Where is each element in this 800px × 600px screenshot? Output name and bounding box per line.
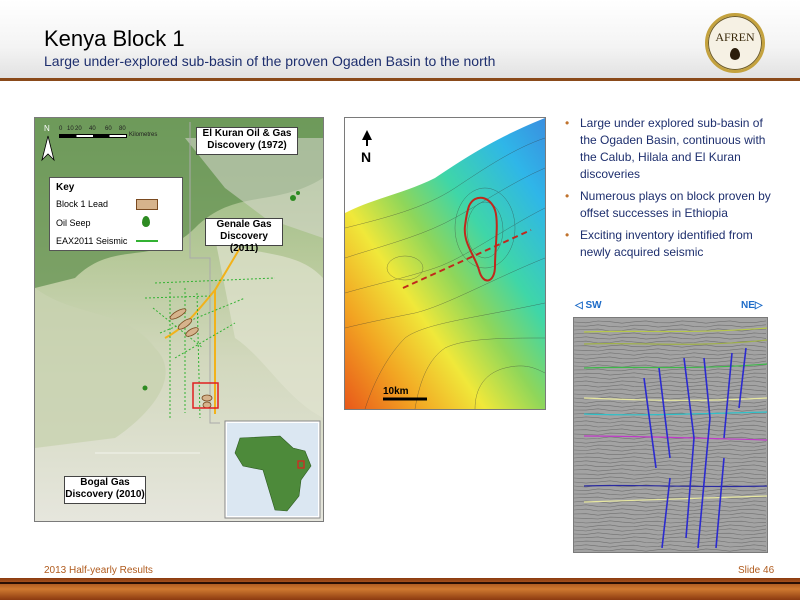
callout-line: Discovery (2011)	[220, 231, 268, 254]
oil-drop-icon	[730, 48, 740, 60]
footer-left-text: 2013 Half-yearly Results	[44, 565, 153, 576]
key-item-seismic: EAX2011 Seismic	[56, 236, 128, 246]
scale-tick: 20	[75, 126, 82, 132]
scale-label: 10km	[383, 386, 409, 397]
slide-subtitle: Large under-explored sub-basin of the pr…	[44, 53, 496, 69]
north-label: N	[361, 149, 372, 165]
scale-tick: 40	[89, 126, 96, 132]
callout-line: Discovery (1972)	[207, 140, 287, 151]
slide-number: Slide 46	[738, 565, 775, 576]
scale-tick: 10	[67, 126, 74, 132]
bullet-icon: •	[565, 116, 570, 130]
bullet-item: • Exciting inventory identified from newl…	[563, 227, 778, 261]
triangle-right-icon: ▷	[754, 300, 763, 311]
bullet-icon: •	[565, 228, 570, 242]
north-arrow: N	[41, 124, 55, 164]
footer-divider	[0, 582, 800, 584]
seismic-section	[573, 317, 768, 553]
sw-label: SW	[585, 300, 602, 311]
slide-title: Kenya Block 1	[44, 26, 185, 51]
ne-direction-label: NE▷	[741, 300, 763, 311]
logo-wordmark: AFREN	[715, 30, 755, 44]
ne-label: NE	[741, 300, 755, 311]
scale-tick: 60	[105, 126, 112, 132]
callout-el-kuran: El Kuran Oil & Gas Discovery (1972)	[196, 127, 298, 155]
scale-tick: 80	[119, 126, 126, 132]
callout-line: Bogal Gas	[80, 477, 130, 488]
key-item-lead: Block 1 Lead	[56, 199, 109, 209]
key-title: Key	[56, 182, 75, 193]
seismic-section-graphic	[574, 318, 767, 552]
structure-map: N 10km	[344, 117, 546, 410]
callout-bogal: Bogal Gas Discovery (2010)	[64, 476, 146, 504]
triangle-left-icon: ◁	[575, 300, 583, 311]
callout-line: Discovery (2010)	[65, 489, 145, 500]
afren-logo: AFREN	[705, 13, 765, 73]
scale-unit: Kilometres	[129, 132, 158, 138]
bullet-item: • Numerous plays on block proven by offse…	[563, 188, 778, 222]
scale-tick: 0	[59, 126, 63, 132]
key-item-oil-seep: Oil Seep	[56, 218, 91, 228]
bullet-text: Exciting inventory identified from newly…	[580, 228, 753, 259]
callout-genale: Genale Gas Discovery (2011)	[205, 218, 283, 254]
oil-seep-icon	[142, 216, 150, 227]
bullet-item: • Large under explored sub-basin of the O…	[563, 115, 778, 183]
north-label: N	[44, 124, 50, 133]
callout-line: El Kuran Oil & Gas	[202, 128, 292, 139]
seismic-swatch	[136, 240, 158, 242]
bullet-text: Large under explored sub-basin of the Og…	[580, 116, 766, 181]
bullet-icon: •	[565, 189, 570, 203]
sw-direction-label: ◁ SW	[575, 300, 602, 311]
header-divider	[0, 78, 800, 81]
bullet-list: • Large under explored sub-basin of the O…	[563, 115, 778, 266]
structure-map-graphic	[345, 118, 545, 409]
map-key: Key Block 1 Lead Oil Seep EAX2011 Seismi…	[49, 177, 183, 251]
lead-swatch	[136, 199, 158, 210]
callout-line: Genale Gas	[216, 219, 272, 230]
bullet-text: Numerous plays on block proven by offset…	[580, 189, 771, 220]
